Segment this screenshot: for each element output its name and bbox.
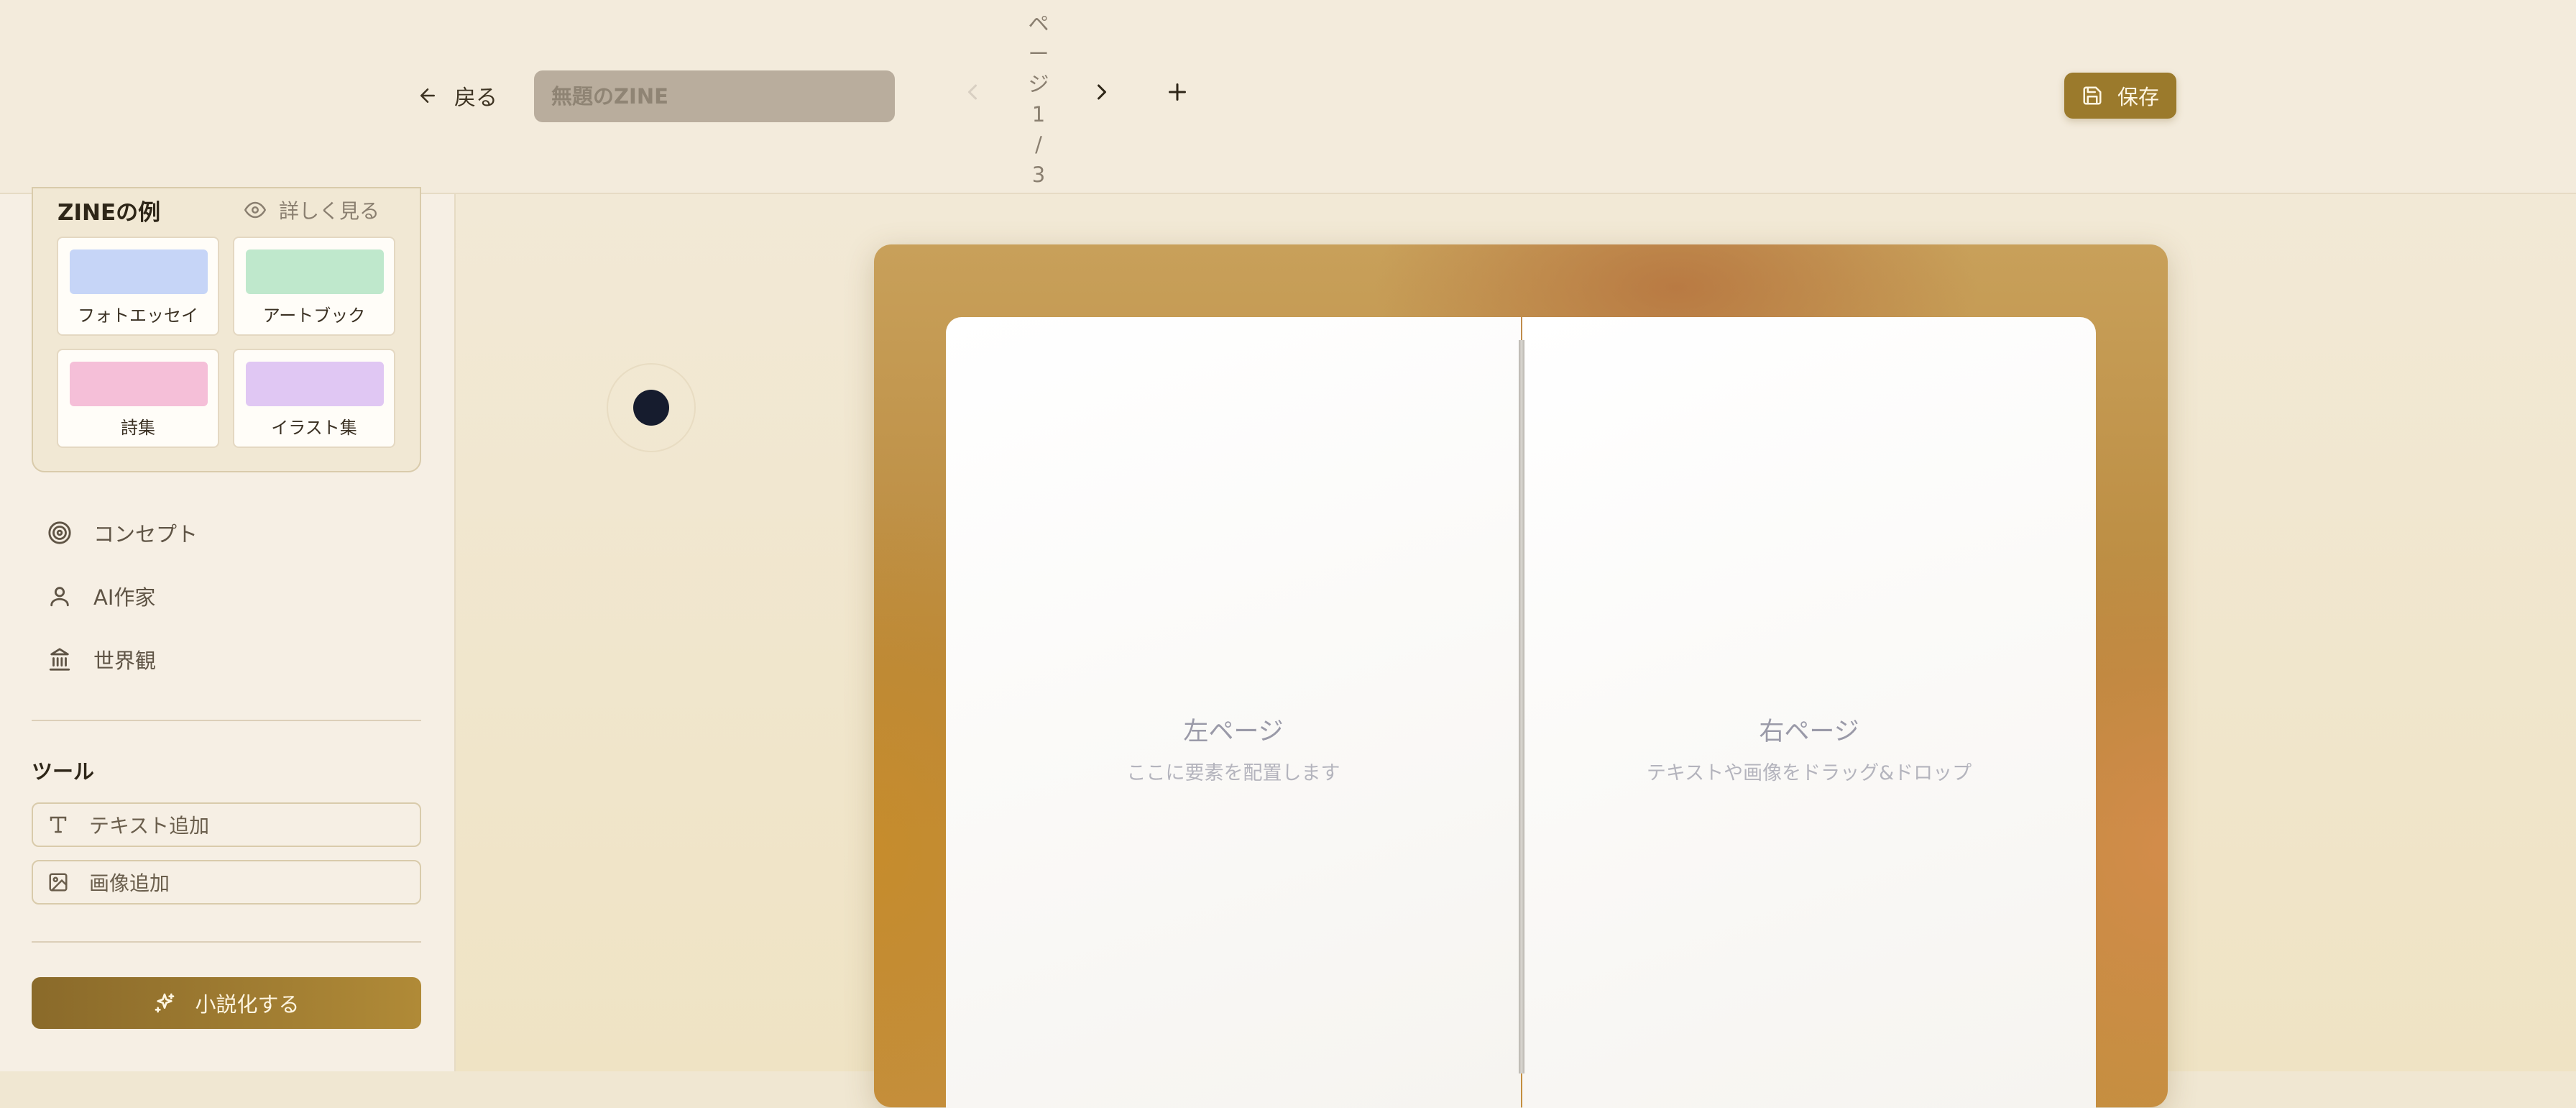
arrow-left-icon — [420, 88, 435, 103]
save-button[interactable]: 保存 — [2064, 73, 2176, 119]
tools-title: ツール — [32, 759, 95, 784]
left-page-subtitle: ここに要素を配置します — [1126, 762, 1340, 784]
example-swatch — [70, 362, 208, 406]
add-text-button[interactable]: テキスト追加 — [32, 802, 421, 847]
zine-title-input[interactable] — [534, 70, 895, 122]
example-label: フォトエッセイ — [78, 306, 198, 326]
top-toolbar: 戻る ペ ー ジ 1 / 3 保存 — [0, 0, 2576, 194]
sidebar: ZINEの例 詳しく見る フォトエッセイ アートブック 詩集 イラスト集 コンセ… — [0, 187, 456, 1071]
example-illustration[interactable]: イラスト集 — [233, 349, 395, 448]
book-spine — [1519, 340, 1524, 1073]
plus-icon — [1169, 83, 1186, 101]
chevron-left-icon — [968, 84, 977, 100]
left-page[interactable]: 左ページ ここに要素を配置します — [946, 317, 1521, 1108]
text-icon — [50, 816, 67, 833]
right-page[interactable]: 右ページ テキストや画像をドラッグ&ドロップ — [1522, 317, 2096, 1108]
cursor-dot — [633, 390, 669, 426]
example-label: 詩集 — [121, 418, 155, 438]
eye-icon — [244, 201, 266, 219]
right-page-title: 右ページ — [1759, 718, 1859, 746]
page-indicator: ペ ー ジ 1 / 3 — [1028, 12, 1049, 187]
add-page-button[interactable] — [1164, 79, 1190, 105]
sidebar-item-worldview[interactable]: 世界観 — [47, 644, 156, 674]
novelize-button[interactable]: 小説化する — [32, 977, 421, 1029]
example-art-book[interactable]: アートブック — [233, 237, 395, 336]
sidebar-item-concept[interactable]: コンセプト — [47, 518, 198, 548]
save-icon — [2083, 86, 2102, 105]
next-page-button[interactable] — [1089, 79, 1115, 105]
sidebar-item-ai-author[interactable]: AI作家 — [47, 581, 155, 611]
back-label: 戻る — [454, 86, 497, 111]
example-label: イラスト集 — [271, 418, 357, 438]
image-icon — [49, 873, 68, 892]
example-poetry[interactable]: 詩集 — [57, 349, 219, 448]
prev-page-button[interactable] — [960, 79, 985, 105]
sparkles-icon — [155, 993, 175, 1013]
example-label: アートブック — [262, 306, 366, 326]
add-image-button[interactable]: 画像追加 — [32, 860, 421, 905]
example-swatch — [246, 362, 384, 406]
save-label: 保存 — [2117, 85, 2159, 109]
right-page-subtitle: テキストや画像をドラッグ&ドロップ — [1646, 762, 1972, 784]
divider — [32, 941, 421, 943]
example-swatch — [70, 249, 208, 294]
chevron-right-icon — [1098, 84, 1106, 100]
divider — [32, 720, 421, 721]
left-page-title: 左ページ — [1183, 718, 1284, 746]
back-button[interactable]: 戻る — [417, 75, 497, 116]
example-swatch — [246, 249, 384, 294]
view-more-link[interactable]: 詳しく見る — [244, 196, 380, 224]
example-photo-essay[interactable]: フォトエッセイ — [57, 237, 219, 336]
zine-examples-panel: ZINEの例 詳しく見る フォトエッセイ アートブック 詩集 イラスト集 — [32, 187, 421, 472]
user-icon — [50, 587, 69, 607]
examples-title: ZINEの例 — [58, 200, 161, 226]
landmark-icon — [49, 648, 70, 671]
target-icon — [48, 521, 71, 544]
